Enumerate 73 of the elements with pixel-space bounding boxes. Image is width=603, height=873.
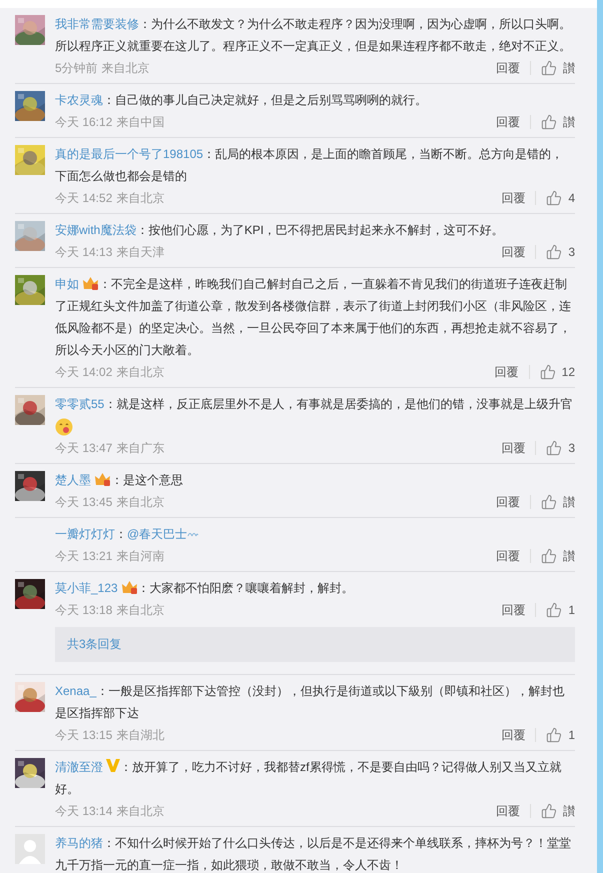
comment-text: 养马的猪：不知什么时候开始了什么口头传达，以后是不是还得来个单线联系，摔杯为号？！堂堂九千万指一元的直一症一指，如此猥琐，敢做不敢当，令人不齿！ [55, 835, 572, 873]
post-time: 今天 13:14 [55, 802, 112, 820]
comment-text: 安娜with魔法袋：按他们心愿，为了KPI，巴不得把居民封起来永不解封，这可不好。 [55, 222, 505, 239]
verified-icon [106, 759, 120, 772]
like-count[interactable]: 讃 [563, 548, 575, 564]
crown-icon [120, 579, 138, 594]
comment-text: 我非常需要装修：为什么不敢发文？为什么不敢走程序？因为没理啊，因为心虚啊，所以口头啊。所以程序正义就重要在这儿了。程序正义不一定真正义，但是如果连程序都不敢走，绝对不正义。 [55, 16, 572, 55]
reply-link[interactable]: 回覆 [501, 244, 526, 260]
reply-link[interactable]: 回覆 [501, 602, 526, 618]
thumbs-up-icon[interactable] [546, 244, 562, 260]
post-location: 来自河南 [116, 548, 164, 564]
avatar-icon [15, 834, 45, 864]
post-location: 来自中国 [116, 114, 164, 130]
like-count[interactable]: 讃 [563, 802, 575, 820]
post-time: 今天 13:45 [55, 494, 112, 510]
comment-text: 清澈至澄 ：放开算了，吃力不讨好，我都替zf累得慌，不是要自由吗？记得做人别又当又立就好。 [55, 758, 562, 798]
comment-text: 卡农灵魂：自己做的事儿自己决定就好，但是之后别骂骂咧咧的就行。 [55, 92, 428, 109]
like-count[interactable]: 讃 [563, 60, 575, 76]
reply-link[interactable]: 回覆 [496, 114, 520, 130]
post-time: 5分钟前 [55, 60, 98, 76]
post-location: 来自北京 [116, 364, 164, 380]
comment-text: 莫小菲_123 ：大家都不怕阳麽？嚷嚷着解封，解封。 [55, 578, 355, 597]
reply-link[interactable]: 回覆 [501, 190, 526, 206]
post-location: 来自北京 [102, 60, 150, 76]
thumbs-up-icon[interactable] [541, 114, 557, 130]
post-time: 今天 14:02 [55, 364, 112, 380]
like-count[interactable]: 1 [568, 728, 575, 742]
post-location: 来自北京 [116, 602, 164, 618]
crown-icon [94, 471, 111, 486]
thumbs-up-icon[interactable] [541, 494, 557, 510]
reply-link[interactable]: 回覆 [494, 364, 519, 380]
reply-link[interactable]: 回覆 [496, 802, 520, 820]
post-time: 今天 13:18 [55, 602, 112, 618]
post-time: 今天 13:47 [55, 440, 112, 456]
reply-link[interactable]: 回覆 [496, 548, 520, 564]
thumbs-up-icon[interactable] [546, 190, 562, 206]
post-location: 来自湖北 [116, 726, 164, 744]
comment-text: 申如 ：不完全是这样，昨晚我们自己解封自己之后，一直躲着不肯见我们的街道班子连夜赶制了正规红头文件加盖了街道公章，散发到各楼微信群，表示了街道上封闭我们小区（非风险区，连低风险都不是）的坚定决心。当然，一旦公民夺回了本来属于他们的东西，再想抢走就不容易了，所以今天小区的门大敞着。 [55, 274, 572, 359]
post-location: 来自北京 [116, 802, 164, 820]
like-count[interactable]: 12 [562, 365, 575, 379]
thumbs-up-icon[interactable] [541, 548, 557, 564]
colon: ： [115, 527, 127, 541]
post-location: 来自北京 [116, 190, 164, 206]
comment-text: Xenaa_：一般是区指挥部下达管控（没封），但执行是街道或以下級别（即镇和社区），解封也是区指挥部下达 [55, 683, 566, 722]
comment-text: 真的是最后一个号了198105：乱局的根本原因，是上面的瞻首顾尾，当断不断。总方向是错的，下面怎么做也都会是错的 [55, 146, 564, 185]
post-time: 今天 14:52 [55, 190, 112, 206]
post-location: 来自北京 [116, 494, 164, 510]
thumbs-up-icon[interactable] [540, 364, 556, 380]
post-time: 今天 13:21 [55, 548, 112, 564]
reply-link[interactable]: 回覆 [496, 494, 520, 510]
thumbs-up-icon[interactable] [541, 803, 557, 819]
like-count[interactable]: 4 [568, 191, 575, 205]
comment-text: 零零贰55：就是这样，反正底层里外不是人，有事就是居委搞的，是他们的错，没事就是上级升官 [55, 393, 575, 437]
reply-link[interactable]: 回覆 [496, 60, 520, 76]
like-count[interactable]: 3 [568, 441, 575, 455]
post-location: 来自广东 [116, 440, 164, 456]
like-count[interactable]: 3 [568, 245, 575, 259]
thumbs-up-icon[interactable] [541, 60, 557, 76]
like-count[interactable]: 1 [568, 603, 575, 617]
comment-text: 楚人墨 ：是这个意思 [55, 470, 184, 489]
thumbs-up-icon[interactable] [546, 602, 562, 618]
reply-link[interactable]: 回覆 [501, 440, 526, 456]
post-time: 今天 16:12 [55, 114, 112, 130]
thumbs-up-icon[interactable] [546, 440, 562, 456]
like-count[interactable]: 讃 [563, 494, 575, 510]
post-time: 今天 13:15 [55, 726, 112, 744]
like-count[interactable]: 讃 [563, 114, 575, 130]
post-time: 今天 14:13 [55, 244, 112, 260]
post-location: 来自天津 [116, 244, 164, 260]
wave-icon [187, 530, 200, 538]
crown-icon [82, 275, 99, 290]
reply-link[interactable]: 回覆 [501, 726, 526, 744]
thumbs-up-icon[interactable] [546, 727, 562, 743]
